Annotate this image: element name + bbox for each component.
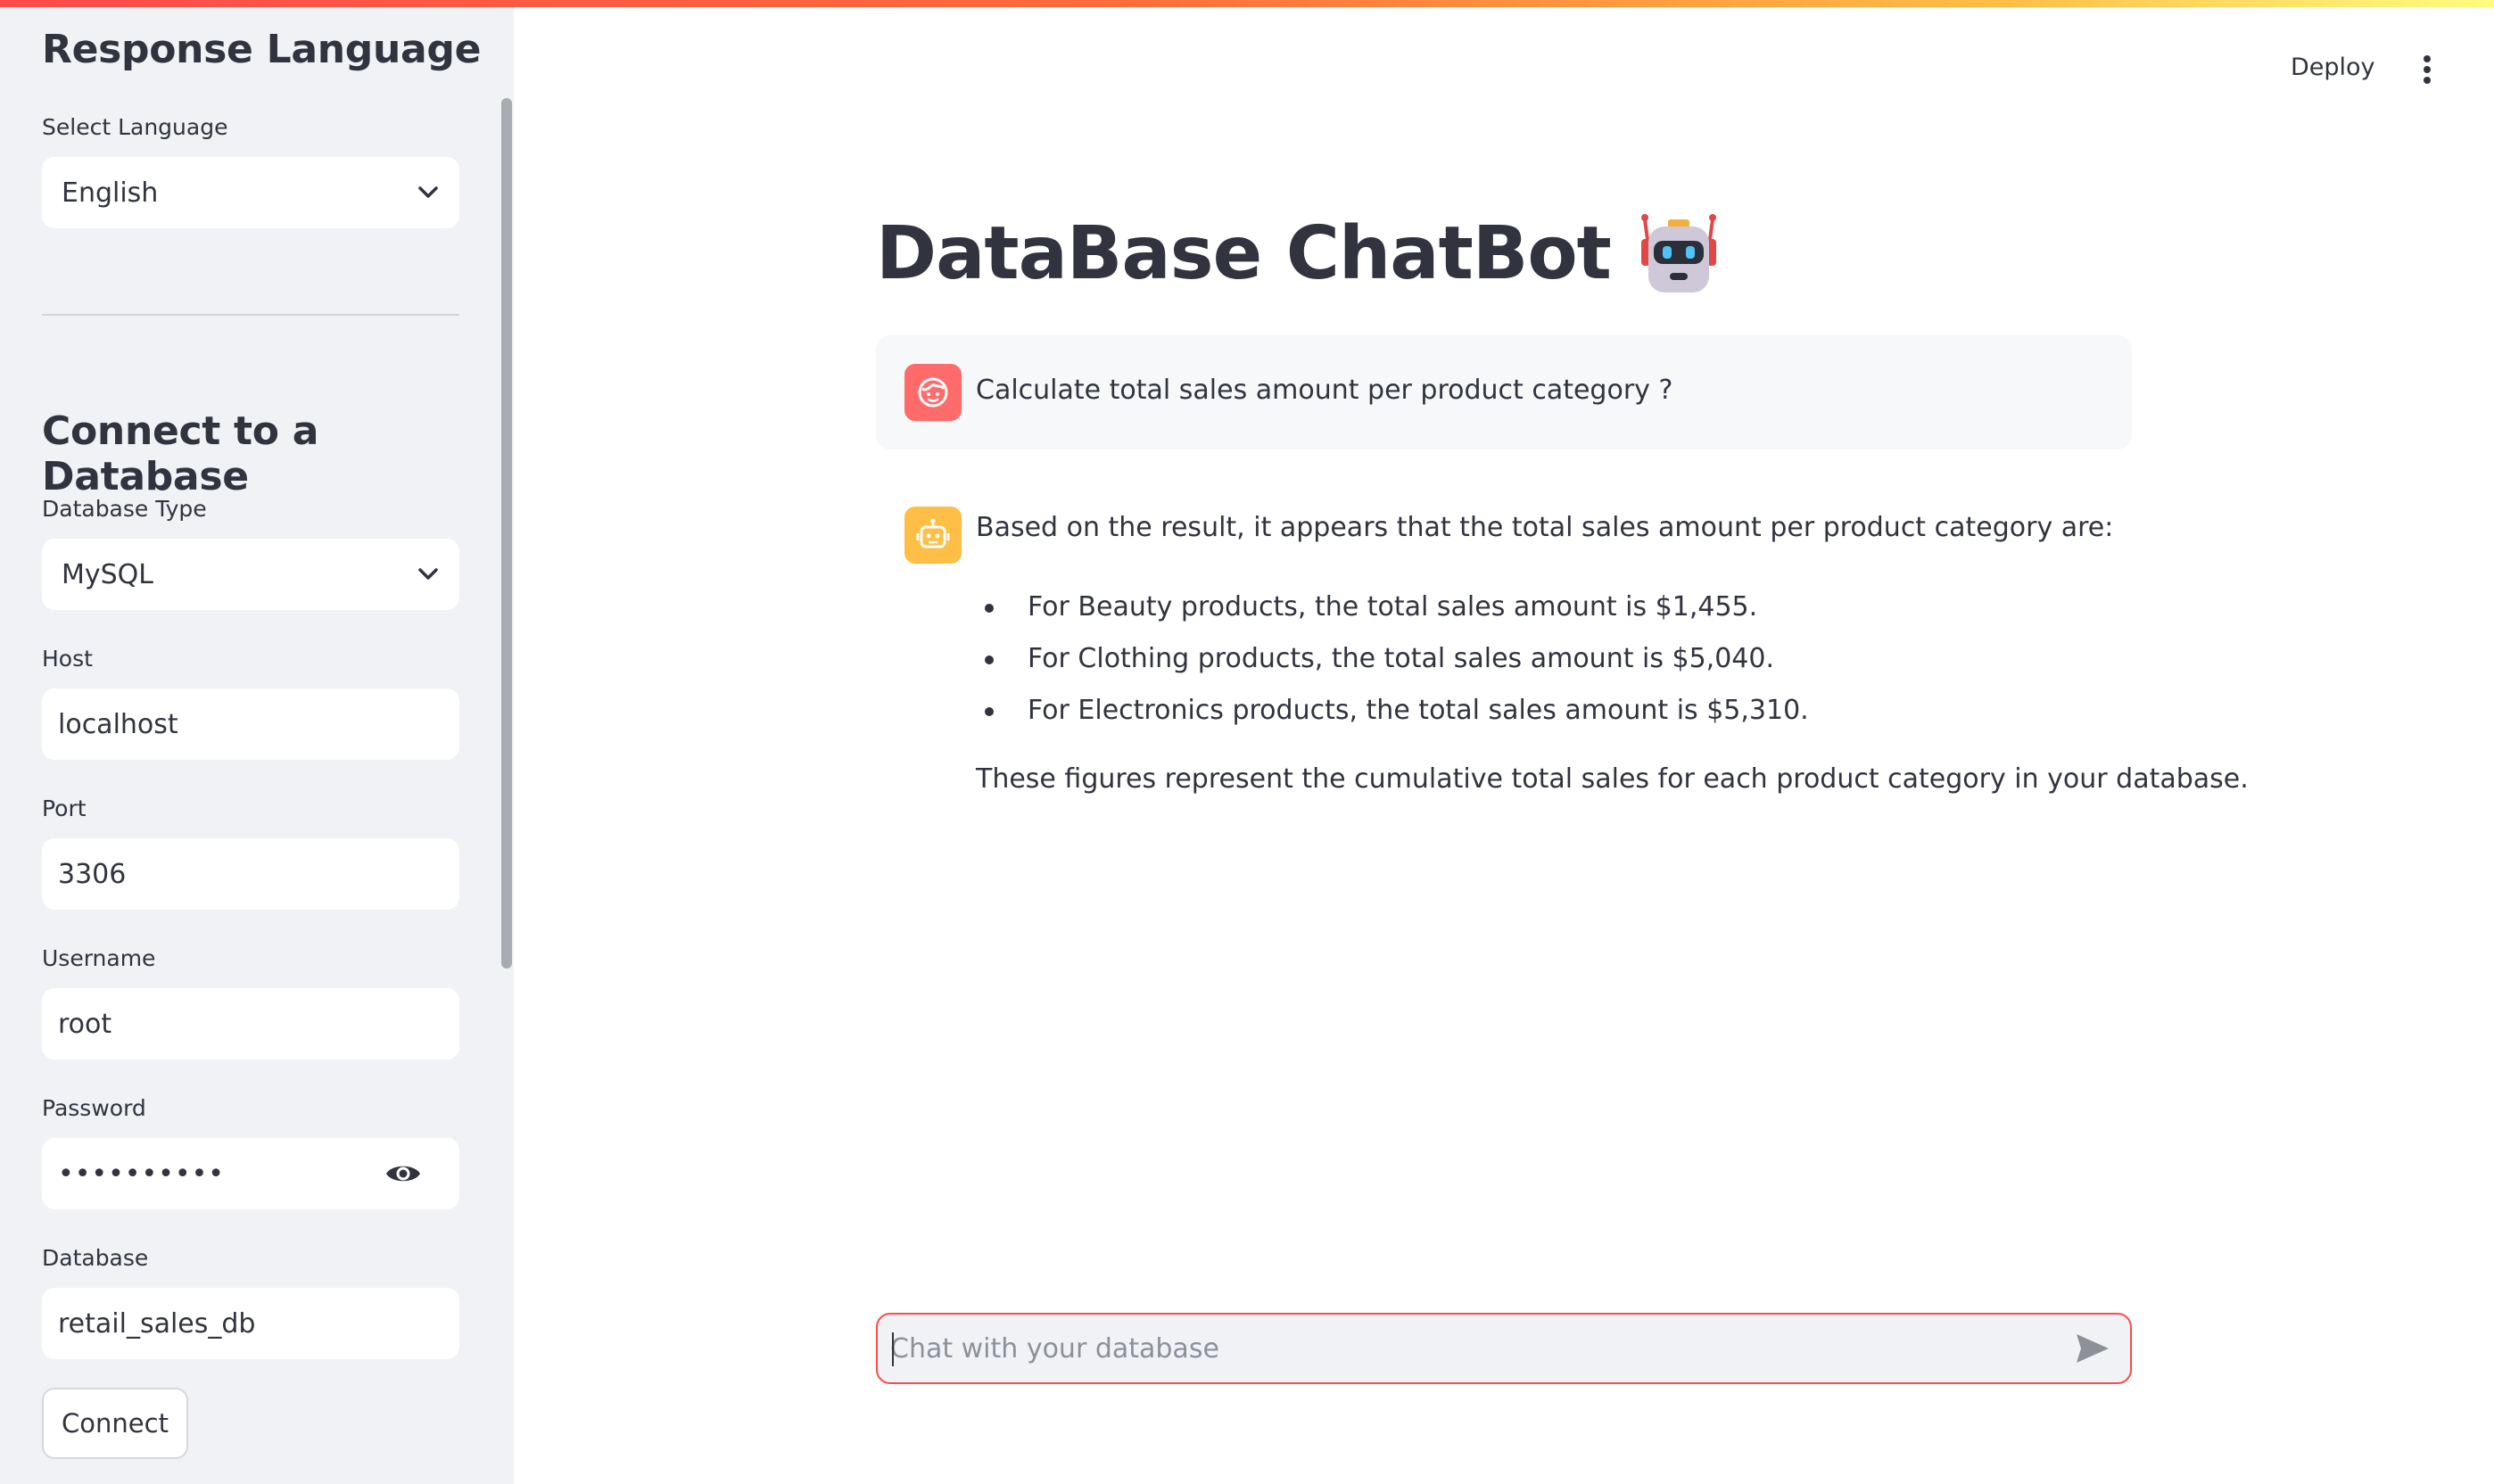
robot-emoji-icon (1636, 210, 1722, 296)
deploy-button[interactable]: Deploy (2291, 54, 2375, 81)
chevron-down-icon (413, 177, 443, 208)
user-face-icon (904, 364, 962, 421)
send-icon[interactable] (2075, 1332, 2110, 1364)
db-type-label: Database Type (42, 496, 207, 522)
top-decoration-bar (0, 0, 2494, 7)
connect-button[interactable]: Connect (42, 1388, 188, 1459)
page-title: DataBase ChatBot (876, 210, 1612, 296)
page-title-row: DataBase ChatBot (876, 210, 1722, 296)
list-item: For Electronics products, the total sale… (976, 685, 1809, 737)
chevron-down-icon (413, 559, 443, 589)
username-input-value: root (58, 1008, 112, 1040)
bot-icon (904, 507, 962, 564)
db-type-select-value: MySQL (62, 558, 154, 590)
bot-message-list: For Beauty products, the total sales amo… (976, 581, 1809, 737)
user-message: Calculate total sales amount per product… (876, 335, 2132, 449)
sidebar-divider (42, 314, 459, 316)
language-label: Select Language (42, 114, 228, 140)
list-item: For Clothing products, the total sales a… (976, 633, 1809, 685)
bot-message-intro: Based on the result, it appears that the… (976, 512, 2114, 543)
language-select-value: English (62, 177, 159, 209)
password-label: Password (42, 1095, 146, 1121)
host-label: Host (42, 646, 93, 672)
db-type-select[interactable]: MySQL (42, 539, 459, 610)
username-input[interactable]: root (42, 988, 459, 1059)
port-label: Port (42, 796, 87, 821)
language-heading: Response Language (42, 27, 482, 72)
password-masked-value: •••••••••• (58, 1158, 225, 1190)
list-item: For Beauty products, the total sales amo… (976, 581, 1809, 633)
sidebar-scrollbar[interactable] (501, 98, 512, 969)
database-input-value: retail_sales_db (58, 1307, 256, 1340)
user-message-text: Calculate total sales amount per product… (976, 375, 1673, 406)
username-label: Username (42, 945, 156, 971)
eye-icon[interactable] (384, 1159, 422, 1188)
connect-heading: Connect to a Database (42, 408, 319, 499)
chat-input[interactable] (890, 1315, 2032, 1382)
sidebar: Response Language Select Language Englis… (0, 0, 514, 1484)
text-cursor (892, 1332, 894, 1366)
password-input[interactable]: •••••••••• (42, 1138, 459, 1209)
vertical-ellipsis-icon[interactable] (2416, 50, 2438, 89)
host-input[interactable]: localhost (42, 688, 459, 760)
database-input[interactable]: retail_sales_db (42, 1288, 459, 1359)
chat-input-box[interactable] (876, 1313, 2132, 1384)
host-input-value: localhost (58, 708, 178, 740)
language-select[interactable]: English (42, 157, 459, 228)
database-label: Database (42, 1245, 149, 1271)
port-input[interactable]: 3306 (42, 838, 459, 910)
bot-message-outro: These figures represent the cumulative t… (976, 763, 2249, 795)
port-input-value: 3306 (58, 858, 127, 890)
